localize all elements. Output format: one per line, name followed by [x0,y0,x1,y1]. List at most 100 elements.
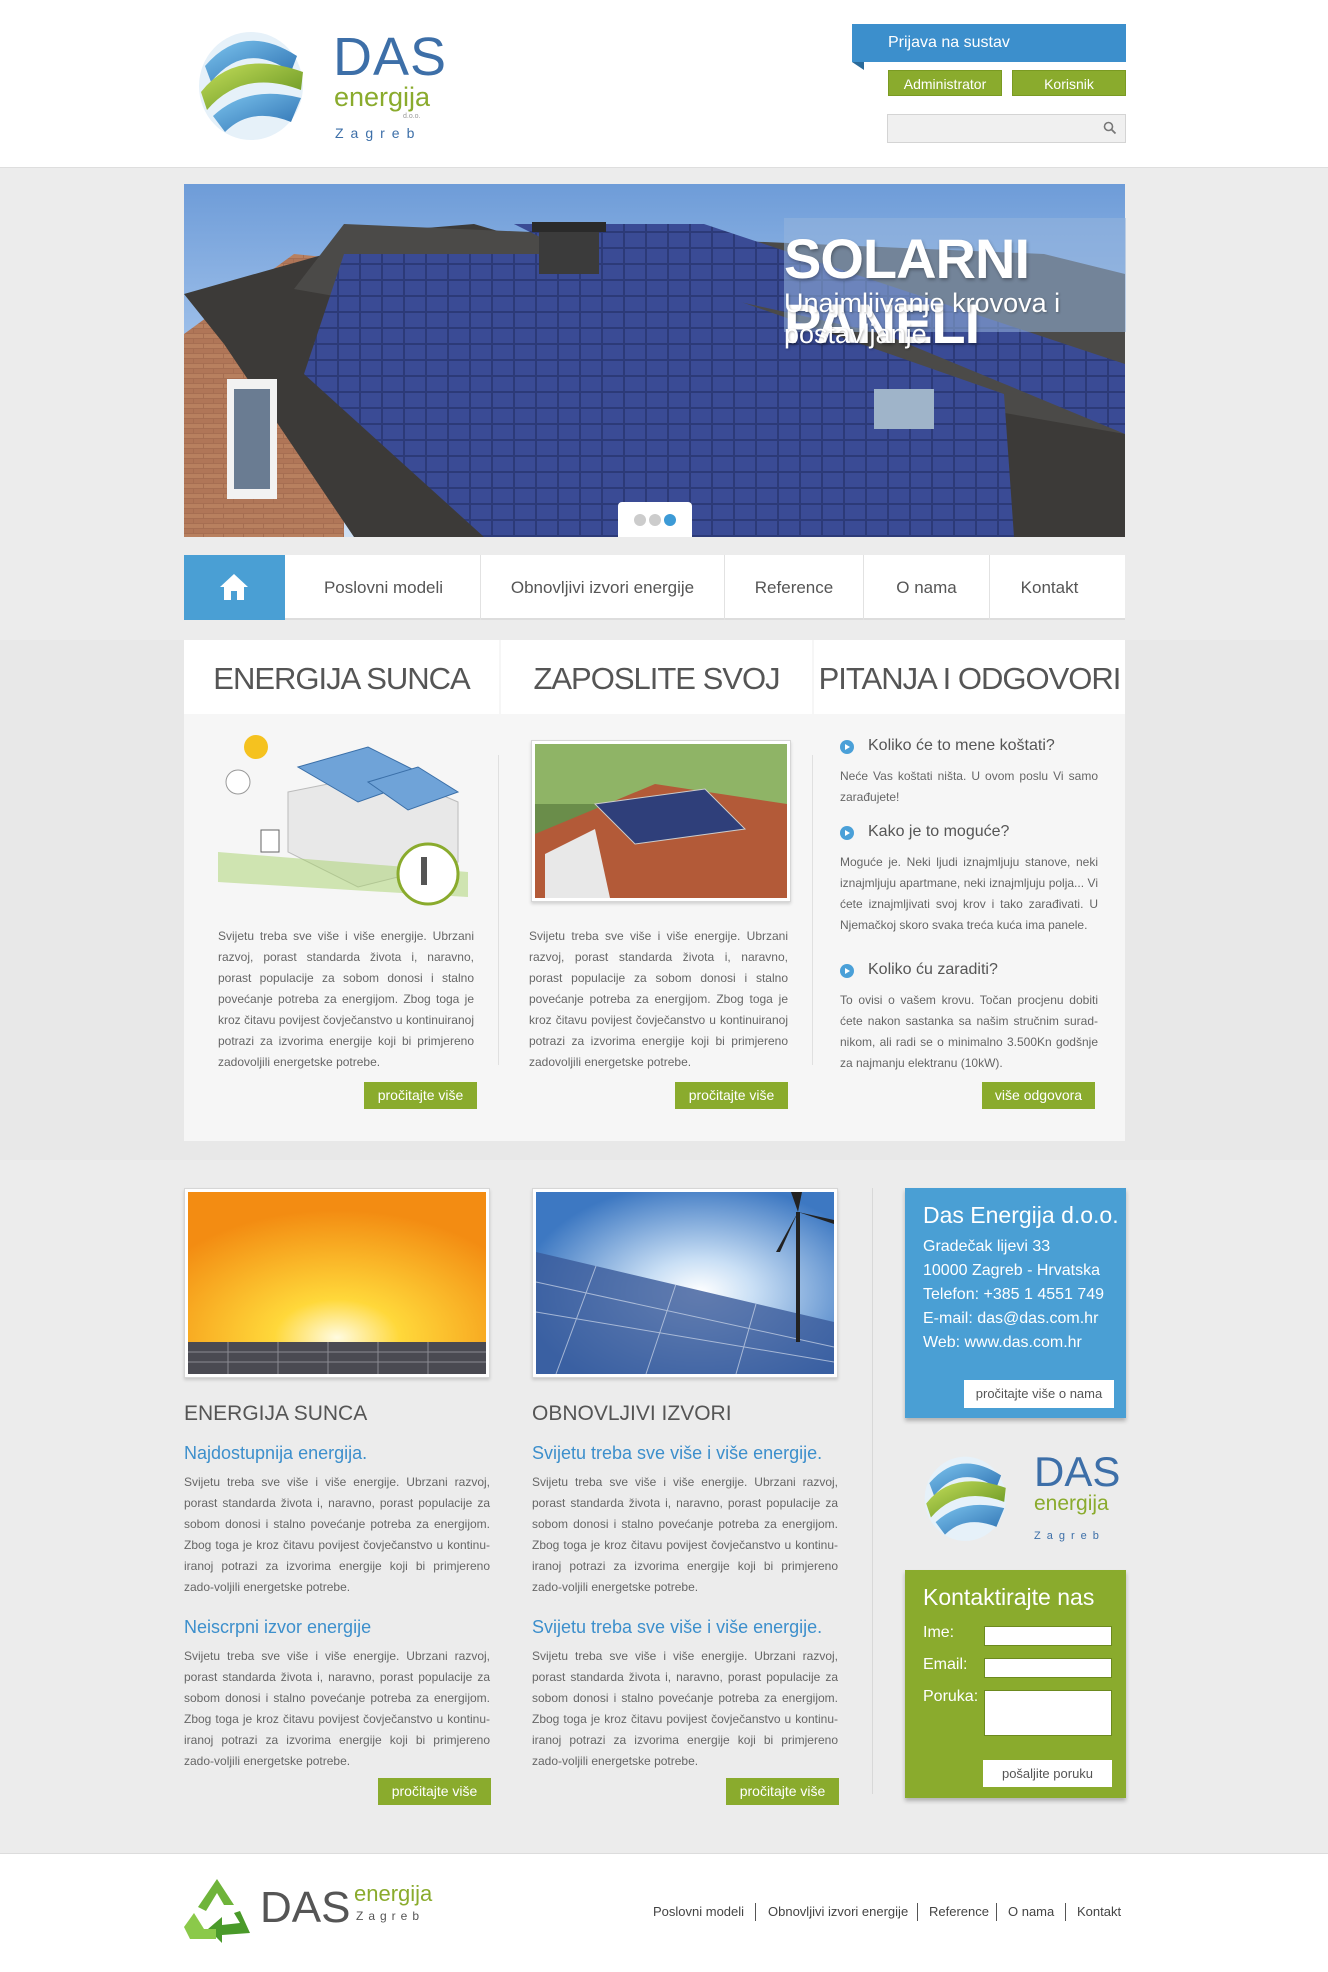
faq-answer-2: Moguće je. Neki ljudi iznajmljuju stanov… [840,855,1098,932]
col-1-text: Svijetu treba sve više i više energije. … [218,929,474,1069]
send-message-button[interactable]: pošaljite poruku [983,1760,1112,1787]
footer-link-o-nama[interactable]: O nama [1008,1904,1054,1919]
col-2-title: ZAPOSLITE SVOJ KROV [501,640,812,774]
sidebar-logo-city: Zagreb [1034,1530,1105,1542]
name-label: Ime: [923,1624,955,1641]
site-header: DAS energija d.o.o. Zagreb Prijava na su… [0,0,1328,168]
article-1-subtitle-2: Neiscrpni izvor energije [184,1617,372,1637]
footer-separator [917,1903,918,1921]
slider-dot-1[interactable] [634,514,646,526]
contact-web[interactable]: Web: www.das.com.hr [923,1334,1082,1352]
footer-separator [1065,1903,1066,1921]
article-2-text-2: Svijetu treba sve više i više energije. … [532,1649,838,1768]
footer-logo[interactable]: DAS energija Zagreb [182,1877,442,1949]
sidebar-logo: DAS energija Zagreb [920,1448,1120,1548]
contact-phone: Telefon: +385 1 4551 749 [923,1286,1105,1303]
contact-title: Das Energija d.o.o. [923,1202,1119,1228]
user-login-button[interactable]: Korisnik [1012,70,1126,96]
footer-separator [755,1903,756,1921]
logo-energija: energija [334,82,431,112]
sidebar-divider [872,1188,873,1794]
col-1-read-more-button[interactable]: pročitajte više [364,1082,477,1109]
sun-panels-photo [188,1192,486,1374]
article-1-text-1: Svijetu treba sve više i više energije. … [184,1475,490,1594]
main-nav: Poslovni modeli Obnovljivi izvori energi… [184,555,1125,620]
solar-system-diagram-image [218,735,468,906]
logo-das: DAS [333,27,448,87]
col-2-text: Svijetu treba sve više i više energije. … [529,929,788,1069]
arrow-bullet-icon [840,740,854,754]
slider-dot-3-active[interactable] [664,514,676,526]
footer-link-kontakt[interactable]: Kontakt [1077,1904,1121,1919]
nav-item-obnovljivi[interactable]: Obnovljivi izvori energije [480,555,724,620]
email-field[interactable] [984,1658,1112,1678]
column-divider [812,755,813,1065]
article-2-subtitle-2: Svijetu treba sve više i više energije. [532,1617,823,1637]
column-divider [498,755,499,1065]
arrow-bullet-icon [840,964,854,978]
name-field[interactable] [984,1626,1112,1646]
form-title: Kontaktirajte nas [923,1584,1095,1610]
article-1-title: ENERGIJA SUNCA [184,1402,368,1425]
footer-logo-city: Zagreb [356,1909,425,1923]
globe-logo-icon [924,1456,1006,1541]
contact-form: Kontaktirajte nas Ime: Email: Poruka: po… [905,1570,1126,1798]
nav-item-poslovni-modeli[interactable]: Poslovni modeli [285,555,482,620]
footer-separator [996,1903,997,1921]
message-field[interactable] [984,1690,1112,1736]
roof-solar-photo [535,744,787,898]
admin-login-button[interactable]: Administrator [888,70,1002,96]
faq-question-1[interactable]: Koliko će to mene koštati? [840,737,1055,755]
contact-address: Gradečak lijevi 33 [923,1238,1051,1255]
faq-question-2[interactable]: Kako je to moguće? [840,823,1009,841]
article-1-text-2: Svijetu treba sve više i više energije. … [184,1649,490,1768]
footer-logo-das: DAS [260,1883,351,1932]
article-2-title: OBNOVLJIVI IZVORI [532,1402,732,1425]
footer-logo-energija: energija [354,1881,433,1906]
faq-question-3[interactable]: Koliko ću zaraditi? [840,961,998,979]
contact-email[interactable]: E-mail: das@das.com.hr [923,1310,1098,1328]
article-2-text-1: Svijetu treba sve više i više energije. … [532,1475,838,1594]
login-tab[interactable]: Prijava na sustav [852,24,1126,70]
search-icon[interactable] [1103,121,1117,135]
logo-doo: d.o.o. [403,113,421,120]
slider-dot-2[interactable] [649,514,661,526]
article-1-subtitle-1: Najdostupnija energija. [184,1443,368,1463]
article-1-read-more-button[interactable]: pročitajte više [378,1778,491,1805]
message-label: Poruka: [923,1688,979,1705]
more-answers-button[interactable]: više odgovora [982,1082,1095,1109]
faq-answer-3: To ovisi o vašem krovu. Točan procjenu d… [840,993,1098,1070]
panel-wind-photo-frame [532,1188,838,1378]
hero-caption: SOLARNI PANELI Unajmljivanje krovova i p… [784,218,1126,355]
contact-city: 10000 Zagreb - Hrvatska [923,1262,1100,1279]
article-2-subtitle-1: Svijetu treba sve više i više energije. [532,1443,823,1463]
nav-home[interactable] [184,555,285,620]
hero-subtitle: Unajmljivanje krovova i postavljanje [784,288,1061,349]
nav-item-o-nama[interactable]: O nama [863,555,989,620]
footer-link-poslovni[interactable]: Poslovni modeli [653,1904,744,1919]
footer-link-reference[interactable]: Reference [929,1904,989,1919]
sidebar-logo-energija: energija [1034,1492,1109,1515]
roof-photo-frame [531,740,791,902]
recycle-logo-icon [184,1879,250,1943]
sidebar-logo-das: DAS [1034,1448,1121,1495]
panel-wind-photo [535,1192,835,1375]
col-3-title: PITANJA I ODGOVORI [814,640,1125,714]
logo-city: Zagreb [335,125,422,141]
article-2-read-more-button[interactable]: pročitajte više [726,1778,839,1805]
nav-item-kontakt[interactable]: Kontakt [989,555,1109,620]
col-2-read-more-button[interactable]: pročitajte više [675,1082,788,1109]
about-us-button[interactable]: pročitajte više o nama [964,1380,1114,1408]
search-input[interactable] [888,115,1088,142]
site-logo[interactable]: DAS energija d.o.o. Zagreb [193,22,446,147]
arrow-bullet-icon [840,826,854,840]
sun-photo-frame [184,1188,490,1378]
footer-link-obnovljivi[interactable]: Obnovljivi izvori energije [768,1904,908,1919]
globe-logo-icon [199,32,303,140]
faq-answer-1: Neće Vas koštati ništa. U ovom poslu Vi … [840,769,1098,804]
search-box [887,114,1126,143]
nav-item-reference[interactable]: Reference [724,555,863,620]
contact-card: Das Energija d.o.o. Gradečak lijevi 33 1… [905,1188,1126,1418]
home-icon [220,574,248,600]
email-label: Email: [923,1656,968,1673]
